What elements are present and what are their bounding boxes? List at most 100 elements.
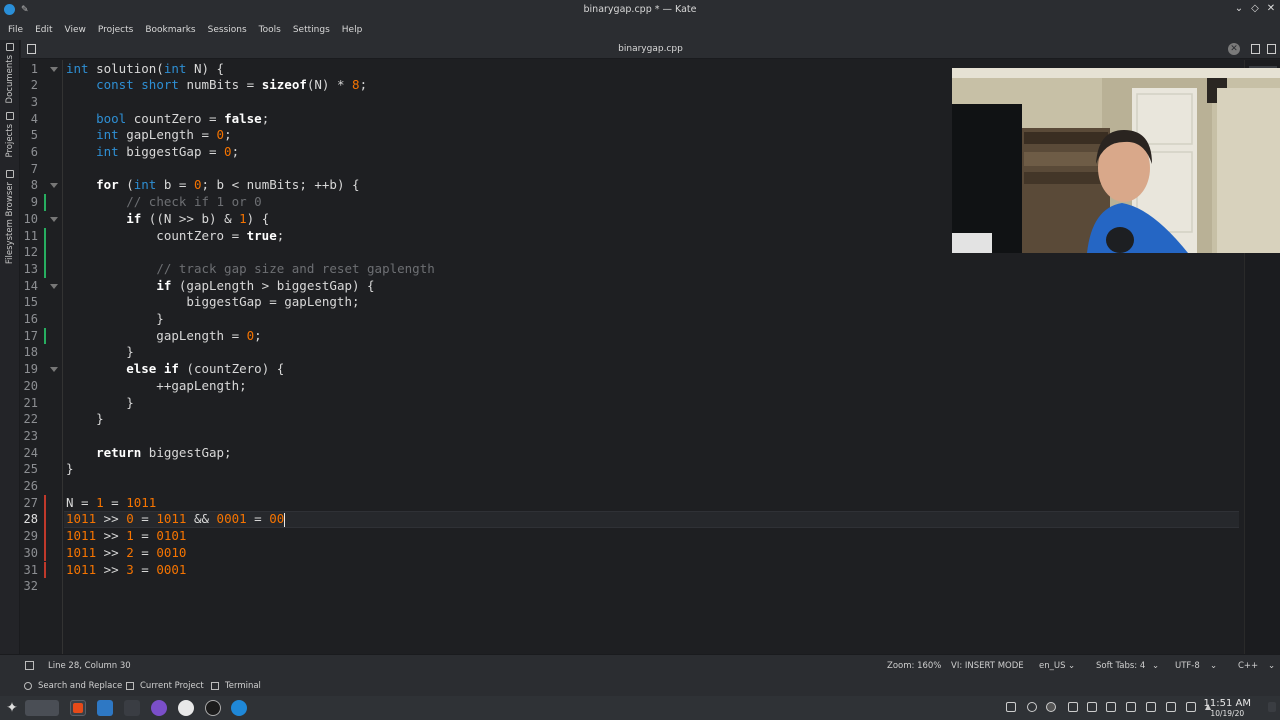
tab-binarygap[interactable]: binarygap.cpp [21,44,1280,54]
line-number: 29 [23,529,38,544]
code-line[interactable]: 1011 >> 2 = 0010 [66,545,186,562]
menu-tools[interactable]: Tools [254,25,286,35]
settings-tray-icon[interactable] [1006,702,1016,712]
menu-file[interactable]: File [3,25,28,35]
close-icon[interactable]: ✕ [1264,2,1278,16]
code-line[interactable]: if ((N >> b) & 1) { [66,211,269,228]
split-view-icon[interactable] [1267,44,1276,54]
modified-line-marker [44,244,46,261]
battery-icon[interactable] [1146,702,1156,712]
menu-bookmarks[interactable]: Bookmarks [140,25,200,35]
keyboard-icon[interactable] [1106,702,1116,712]
new-tab-icon[interactable] [1251,44,1260,54]
code-line[interactable]: for (int b = 0; b < numBits; ++b) { [66,177,359,194]
sidebar-tab-filesystem[interactable]: Filesystem Browser [0,170,20,264]
line-number-gutter[interactable]: 1 2 3 4 5 6 7 8 9 10 11 12 13 14 15 16 17 18 19 20 21 22 23 24 2… [21,60,63,654]
obs-tray-icon[interactable] [1046,702,1056,712]
konsole-icon[interactable] [124,700,140,716]
input-mode[interactable]: VI: INSERT MODE [951,661,1024,671]
chevron-down-icon[interactable]: ⌄ [1210,661,1217,671]
code-line[interactable]: N = 1 = 1011 [66,495,156,512]
taskbar: ✦ ▲ 11:51 AM 10/19/20 [0,696,1280,720]
menu-help[interactable]: Help [337,25,368,35]
syntax-mode[interactable]: C++ [1238,661,1258,671]
kate-app-icon[interactable] [4,4,15,15]
code-line[interactable]: int biggestGap = 0; [66,144,239,161]
code-token: (countZero) { [178,361,285,377]
code-line[interactable]: if (gapLength > biggestGap) { [66,278,374,295]
code-line[interactable]: bool countZero = false; [66,111,269,128]
maximize-icon[interactable]: ◇ [1248,2,1262,16]
menu-projects[interactable]: Projects [93,25,138,35]
search-replace-tool[interactable]: Search and Replace [24,681,122,691]
sidebar-tab-documents[interactable]: Documents [0,43,20,103]
kate-taskbar-icon[interactable] [70,700,86,716]
browser-icon[interactable] [231,700,247,716]
code-line[interactable]: } [66,344,134,361]
chevron-down-icon[interactable]: ⌄ [1268,661,1275,671]
fold-arrow-icon[interactable] [50,66,58,72]
fold-arrow-icon[interactable] [50,183,58,189]
code-line[interactable]: int solution(int N) { [66,61,224,78]
volume-icon[interactable] [1126,702,1136,712]
code-line[interactable]: ++gapLength; [66,378,246,395]
pager-icon[interactable] [25,700,59,716]
audio-icon[interactable] [1166,702,1176,712]
obs-icon[interactable] [205,700,221,716]
code-line[interactable]: } [66,411,104,428]
code-line[interactable]: return biggestGap; [66,445,231,462]
indentation-settings[interactable]: Soft Tabs: 4 [1096,661,1145,671]
code-token: sizeof [261,77,307,93]
code-line[interactable]: } [66,311,164,328]
code-line[interactable]: countZero = true; [66,228,284,245]
network-icon[interactable] [1186,702,1196,712]
fold-arrow-icon[interactable] [50,216,58,222]
projects-icon [6,112,14,120]
show-desktop-button[interactable] [1268,702,1276,712]
package-tray-icon[interactable] [1068,702,1078,712]
code-line[interactable]: gapLength = 0; [66,328,261,345]
code-line[interactable]: biggestGap = gapLength; [66,294,359,311]
chrome-icon[interactable] [178,700,194,716]
zoom-level[interactable]: Zoom: 160% [887,661,941,671]
chevron-down-icon[interactable]: ⌄ [1152,661,1159,671]
chevron-down-icon[interactable]: ⌄ [1068,661,1075,671]
code-line[interactable]: else if (countZero) { [66,361,284,378]
code-line[interactable]: int gapLength = 0; [66,127,231,144]
menu-view[interactable]: View [60,25,91,35]
code-line[interactable]: 1011 >> 3 = 0001 [66,562,186,579]
minimize-icon[interactable]: ⌄ [1232,2,1246,16]
current-project-tool[interactable]: Current Project [126,681,204,691]
sidebar-toggle-icon[interactable] [25,661,34,670]
menu-settings[interactable]: Settings [288,25,335,35]
code-line[interactable]: // track gap size and reset gaplength [66,261,434,278]
code-line[interactable]: const short numBits = sizeof(N) * 8; [66,77,367,94]
app-icon[interactable] [151,700,167,716]
code-line[interactable]: // check if 1 or 0 [66,194,261,211]
code-token: int [96,144,119,159]
code-line[interactable]: 1011 >> 0 = 1011 && 0001 = 00 [66,511,286,528]
application-launcher-icon[interactable]: ✦ [4,700,20,716]
clipboard-icon[interactable] [1087,702,1097,712]
system-clock[interactable]: 11:51 AM 10/19/20 [1204,698,1251,718]
line-number: 11 [23,228,38,243]
pin-icon[interactable]: ✎ [21,5,29,15]
fold-arrow-icon[interactable] [50,283,58,289]
menu-edit[interactable]: Edit [30,25,57,35]
sidebar-tab-projects[interactable]: Projects [0,112,20,158]
menu-sessions[interactable]: Sessions [203,25,252,35]
media-pause-icon[interactable] [1027,702,1037,712]
code-line[interactable]: 1011 >> 1 = 0101 [66,528,186,545]
encoding[interactable]: UTF-8 [1175,661,1200,671]
dolphin-icon[interactable] [97,700,113,716]
dictionary-language[interactable]: en_US [1039,661,1065,671]
fold-arrow-icon[interactable] [50,367,58,373]
code-token: ; [276,227,285,243]
tab-close-icon[interactable]: ✕ [1228,43,1240,55]
code-line[interactable]: } [66,395,134,412]
cursor-position[interactable]: Line 28, Column 30 [48,661,131,671]
code-token: int [163,60,187,76]
terminal-tool[interactable]: Terminal [211,681,261,691]
code-line[interactable]: } [66,461,74,478]
